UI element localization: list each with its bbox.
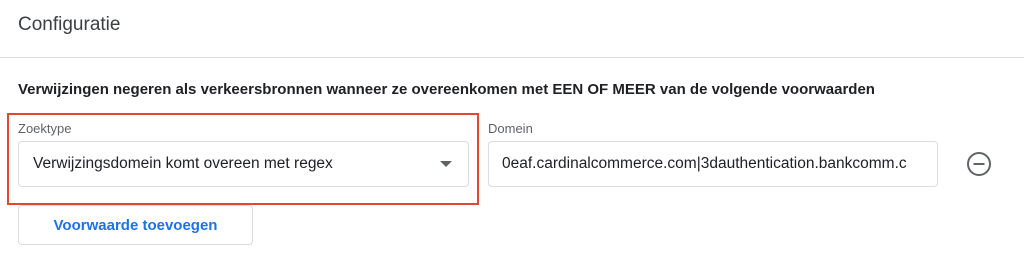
search-type-label: Zoektype xyxy=(18,121,72,136)
chevron-down-icon xyxy=(440,161,452,167)
remove-condition-button[interactable] xyxy=(966,151,992,177)
configuration-panel: Configuratie Verwijzingen negeren als ve… xyxy=(0,0,1024,267)
domain-input[interactable]: 0eaf.cardinalcommerce.com|3dauthenticati… xyxy=(488,141,938,187)
add-condition-button[interactable]: Voorwaarde toevoegen xyxy=(18,205,253,245)
instruction-text: Verwijzingen negeren als verkeersbronnen… xyxy=(18,81,875,98)
remove-circle-icon xyxy=(967,152,991,176)
search-type-value: Verwijzingsdomein komt overeen met regex xyxy=(33,155,333,172)
domain-input-value: 0eaf.cardinalcommerce.com|3dauthenticati… xyxy=(502,155,907,172)
page-title: Configuratie xyxy=(18,14,121,35)
domain-label: Domein xyxy=(488,121,533,136)
search-type-select[interactable]: Verwijzingsdomein komt overeen met regex xyxy=(18,141,469,187)
panel-header: Configuratie xyxy=(0,0,1024,58)
